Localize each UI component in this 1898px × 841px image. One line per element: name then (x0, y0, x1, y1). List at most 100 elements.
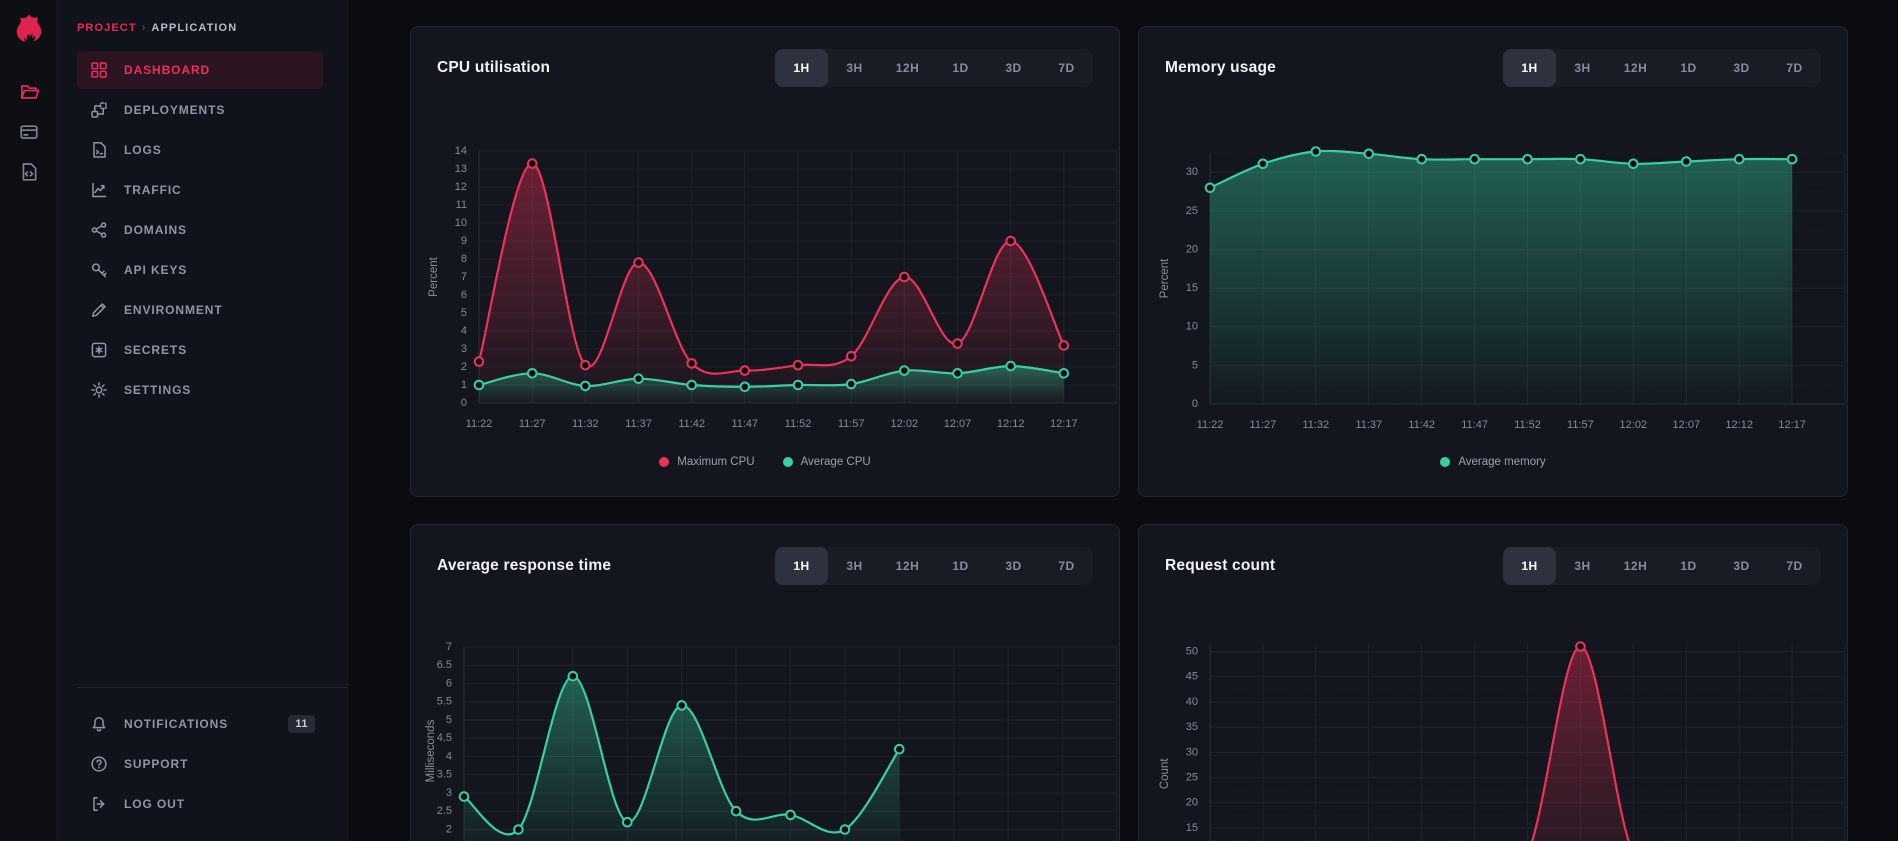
svg-text:Count: Count (1159, 758, 1171, 789)
svg-text:10: 10 (455, 217, 467, 229)
svg-text:1: 1 (461, 379, 467, 391)
rail-item-billing[interactable] (0, 112, 58, 152)
range-12h-button[interactable]: 12H (1609, 49, 1662, 87)
time-range-group: 1H3H12H1D3D7D (1503, 49, 1821, 87)
range-12h-button[interactable]: 12H (881, 49, 934, 87)
svg-text:2: 2 (461, 361, 467, 373)
rail-item-templates[interactable] (0, 152, 58, 192)
sidebar: PROJECT›APPLICATION DASHBOARDDEPLOYMENTS… (58, 0, 348, 841)
range-1h-button[interactable]: 1H (1503, 49, 1556, 87)
card-header-memory: Memory usage 1H3H12H1D3D7D (1139, 27, 1847, 101)
sidebar-item-label: SECRETS (124, 343, 187, 357)
svg-text:12:02: 12:02 (891, 418, 919, 430)
sidebar-item-secrets[interactable]: SECRETS (77, 331, 323, 369)
range-1d-button[interactable]: 1D (934, 49, 987, 87)
svg-text:6: 6 (446, 677, 452, 689)
chart-card-request-count: Request count 1H3H12H1D3D7D 051015202530… (1138, 524, 1848, 841)
sidebar-item-logs[interactable]: LOGS (77, 131, 323, 169)
svg-text:11:47: 11:47 (731, 418, 758, 430)
svg-text:25: 25 (1186, 772, 1198, 784)
rail-icon-list (0, 72, 58, 192)
deployments-icon (90, 101, 108, 119)
svg-text:15: 15 (1186, 282, 1198, 294)
nest-logo[interactable] (12, 12, 46, 46)
range-12h-button[interactable]: 12H (1609, 547, 1662, 585)
sidebar-item-traffic[interactable]: TRAFFIC (77, 171, 323, 209)
sidebar-item-label: TRAFFIC (124, 183, 182, 197)
range-7d-button[interactable]: 7D (1040, 547, 1093, 585)
svg-text:11:32: 11:32 (572, 418, 599, 430)
card-title-request-count: Request count (1165, 557, 1275, 575)
svg-text:0: 0 (1192, 398, 1198, 410)
svg-text:5: 5 (446, 714, 452, 726)
chart-legend: Maximum CPU Average CPU (411, 456, 1119, 468)
svg-text:Milliseconds: Milliseconds (425, 719, 437, 782)
card-header-request-count: Request count 1H3H12H1D3D7D (1139, 525, 1847, 599)
sidebar-item-label: DEPLOYMENTS (124, 103, 225, 117)
svg-text:11:57: 11:57 (1567, 419, 1594, 431)
breadcrumb-project[interactable]: PROJECT (77, 22, 137, 34)
range-3d-button[interactable]: 3D (987, 49, 1040, 87)
sidebar-item-deployments[interactable]: DEPLOYMENTS (77, 91, 323, 129)
range-3h-button[interactable]: 3H (828, 547, 881, 585)
legend-item[interactable]: Maximum CPU (659, 456, 754, 468)
svg-text:11:42: 11:42 (1408, 419, 1435, 431)
sidebar-item-domains[interactable]: DOMAINS (77, 211, 323, 249)
svg-text:12:07: 12:07 (1673, 419, 1701, 431)
range-1h-button[interactable]: 1H (775, 49, 828, 87)
legend-label: Average CPU (801, 456, 871, 468)
svg-text:11:37: 11:37 (1355, 419, 1382, 431)
sidebar-item-settings[interactable]: SETTINGS (77, 371, 323, 409)
sidebar-item-api-keys[interactable]: API KEYS (77, 251, 323, 289)
pencil-icon (90, 301, 108, 319)
svg-text:45: 45 (1186, 671, 1198, 683)
svg-text:0: 0 (461, 397, 467, 409)
range-1d-button[interactable]: 1D (934, 547, 987, 585)
secrets-icon (90, 341, 108, 359)
breadcrumb-application[interactable]: APPLICATION (151, 22, 237, 34)
sidebar-item-environment[interactable]: ENVIRONMENT (77, 291, 323, 329)
range-3d-button[interactable]: 3D (987, 547, 1040, 585)
svg-text:5: 5 (1192, 359, 1198, 371)
range-12h-button[interactable]: 12H (881, 547, 934, 585)
range-1h-button[interactable]: 1H (775, 547, 828, 585)
sidebar-item-support[interactable]: SUPPORT (77, 745, 323, 783)
svg-text:12:17: 12:17 (1778, 419, 1806, 431)
sidebar-item-label: DOMAINS (124, 223, 187, 237)
svg-text:12:12: 12:12 (1725, 419, 1753, 431)
range-3h-button[interactable]: 3H (1556, 547, 1609, 585)
range-3h-button[interactable]: 3H (828, 49, 881, 87)
range-3d-button[interactable]: 3D (1715, 49, 1768, 87)
credit-card-icon (19, 122, 39, 142)
svg-text:25: 25 (1186, 205, 1198, 217)
svg-text:10: 10 (1186, 321, 1198, 333)
sidebar-item-notifications[interactable]: NOTIFICATIONS11 (77, 705, 323, 743)
key-icon (90, 261, 108, 279)
range-7d-button[interactable]: 7D (1768, 547, 1821, 585)
sidebar-item-logout[interactable]: LOG OUT (77, 785, 323, 823)
notifications-badge: 11 (288, 715, 315, 733)
range-3h-button[interactable]: 3H (1556, 49, 1609, 87)
chart-card-memory: Memory usage 1H3H12H1D3D7D 0510152025301… (1138, 26, 1848, 497)
svg-text:11:42: 11:42 (678, 418, 705, 430)
legend-dot (659, 457, 669, 467)
legend-item[interactable]: Average memory (1440, 456, 1545, 468)
range-7d-button[interactable]: 7D (1768, 49, 1821, 87)
sidebar-item-label: DASHBOARD (124, 63, 210, 77)
nest-logo-icon (12, 12, 46, 46)
svg-text:12: 12 (455, 181, 467, 193)
sidebar-item-dashboard[interactable]: DASHBOARD (77, 51, 323, 89)
range-1h-button[interactable]: 1H (1503, 547, 1556, 585)
range-1d-button[interactable]: 1D (1662, 49, 1715, 87)
file-code-icon (19, 162, 39, 182)
svg-text:4.5: 4.5 (437, 732, 452, 744)
range-3d-button[interactable]: 3D (1715, 547, 1768, 585)
svg-text:30: 30 (1186, 166, 1198, 178)
svg-text:6: 6 (461, 289, 467, 301)
rail-item-projects[interactable] (0, 72, 58, 112)
chart-card-response-time: Average response time 1H3H12H1D3D7D 22.5… (410, 524, 1120, 841)
range-7d-button[interactable]: 7D (1040, 49, 1093, 87)
legend-item[interactable]: Average CPU (783, 456, 871, 468)
sidebar-nav: DASHBOARD DEPLOYMENTS LOGS TRAFFIC DOMAINS AP… (58, 51, 347, 411)
range-1d-button[interactable]: 1D (1662, 547, 1715, 585)
